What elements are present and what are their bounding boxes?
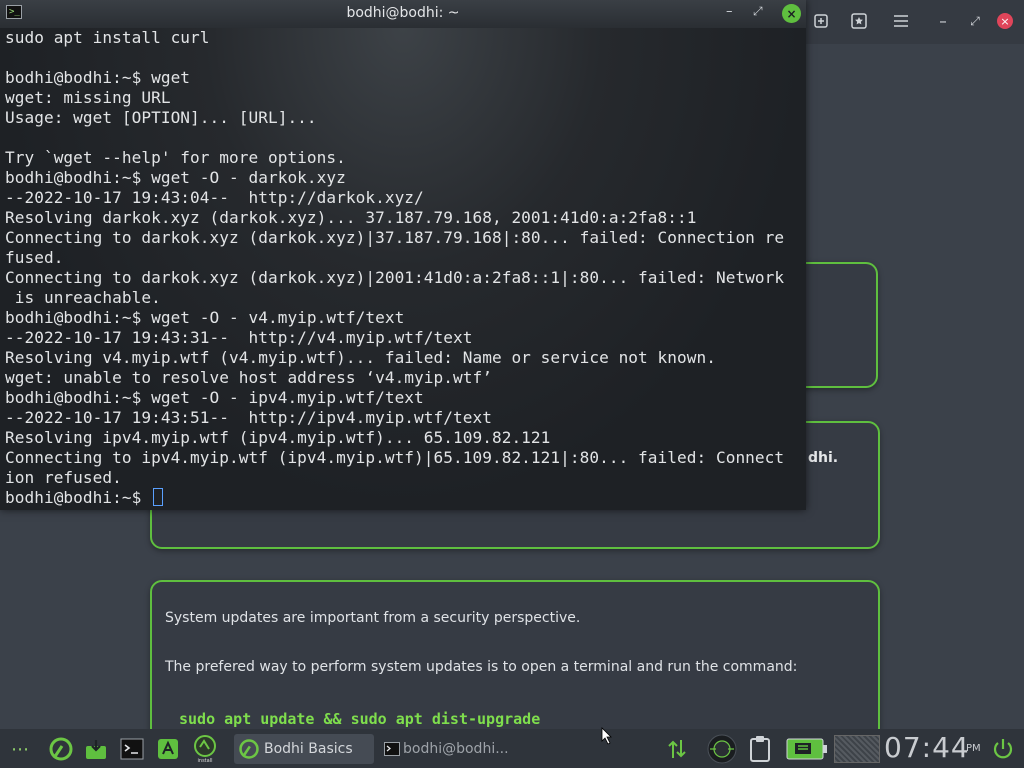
install-icon[interactable]: install bbox=[190, 735, 220, 763]
terminal-line: Connecting to darkok.xyz (darkok.xyz)|20… bbox=[5, 268, 785, 287]
restore-button[interactable]: ⤢ bbox=[753, 4, 763, 19]
card-2-text-fragment: dhi. bbox=[808, 450, 839, 466]
bg-minimize-button[interactable]: – bbox=[930, 8, 956, 34]
card-command: sudo apt update && sudo apt dist-upgrade bbox=[179, 710, 541, 728]
window-title: bodhi@bodhi: ~ bbox=[346, 5, 460, 21]
bg-restore-button[interactable]: ⤢ bbox=[962, 8, 988, 34]
terminal-line: --2022-10-17 19:43:31-- http://v4.myip.w… bbox=[5, 328, 473, 347]
content-card-3: System updates are important from a secu… bbox=[150, 580, 880, 754]
terminal-line: bodhi@bodhi:~$ wget -O - v4.myip.wtf/tex… bbox=[5, 308, 405, 327]
text-cursor bbox=[153, 488, 164, 506]
taskbar-item-label: bodhi@bodhi... bbox=[403, 741, 509, 757]
clock-ampm: PM bbox=[966, 743, 981, 754]
download-icon[interactable] bbox=[82, 735, 110, 763]
clipboard-icon[interactable] bbox=[746, 735, 774, 763]
browser-toolbar: – ⤢ × bbox=[800, 0, 1024, 44]
terminal-text: sudo apt install curl bodhi@bodhi:~$ wget… bbox=[5, 28, 784, 508]
bodhi-menu-icon[interactable] bbox=[46, 735, 76, 763]
minimize-button[interactable]: – bbox=[726, 4, 733, 19]
terminal-line: Resolving ipv4.myip.wtf (ipv4.myip.wtf).… bbox=[5, 428, 551, 447]
terminal-line: ion refused. bbox=[5, 468, 122, 487]
terminal-prompt-line[interactable]: bodhi@bodhi:~$ bbox=[5, 488, 784, 508]
terminal-line: wget: unable to resolve host address ‘v4… bbox=[5, 368, 492, 387]
terminal-icon bbox=[384, 742, 400, 756]
close-button[interactable]: × bbox=[782, 4, 801, 23]
terminal-line: Connecting to ipv4.myip.wtf (ipv4.myip.w… bbox=[5, 448, 785, 467]
window-titlebar[interactable]: >_ bodhi@bodhi: ~ – ⤢ × bbox=[0, 0, 806, 28]
svg-text:install: install bbox=[198, 758, 213, 763]
terminal-line: Connecting to darkok.xyz (darkok.xyz)|37… bbox=[5, 228, 785, 247]
terminal-line: bodhi@bodhi:~$ wget -O - darkok.xyz bbox=[5, 168, 346, 187]
battery-icon[interactable] bbox=[784, 735, 830, 763]
card-paragraph: System updates are important from a secu… bbox=[165, 610, 581, 626]
terminal-line: --2022-10-17 19:43:04-- http://darkok.xy… bbox=[5, 188, 424, 207]
network-arrows-icon[interactable] bbox=[664, 735, 690, 763]
apps-dots-icon[interactable]: ⋯ bbox=[6, 735, 34, 763]
terminal-prompt: bodhi@bodhi:~$ bbox=[5, 488, 152, 507]
taskbar: ⋯ install Bodhi Basics bodhi@bodhi... 07… bbox=[0, 727, 1024, 768]
terminal-line: Usage: wget [OPTION]... [URL]... bbox=[5, 108, 317, 127]
workspace-pager[interactable] bbox=[834, 735, 880, 763]
taskbar-item-terminal[interactable]: bodhi@bodhi... bbox=[380, 734, 520, 764]
terminal-line: Resolving v4.myip.wtf (v4.myip.wtf)... f… bbox=[5, 348, 716, 367]
terminal-line: fused. bbox=[5, 248, 64, 267]
menu-icon[interactable] bbox=[888, 8, 914, 34]
terminal-line: bodhi@bodhi:~$ wget -O - ipv4.myip.wtf/t… bbox=[5, 388, 424, 407]
bookmark-icon[interactable] bbox=[846, 8, 872, 34]
content-card-1 bbox=[800, 262, 878, 388]
taskbar-item-label: Bodhi Basics bbox=[264, 741, 353, 757]
terminal-line: --2022-10-17 19:43:51-- http://ipv4.myip… bbox=[5, 408, 492, 427]
clock-time: 07:44 bbox=[884, 731, 970, 764]
close-icon: × bbox=[997, 13, 1013, 29]
power-icon[interactable] bbox=[988, 735, 1018, 763]
app-store-icon[interactable] bbox=[154, 735, 182, 763]
volume-knob-icon[interactable] bbox=[704, 734, 740, 764]
terminal-line: bodhi@bodhi:~$ wget bbox=[5, 68, 191, 87]
terminal-output[interactable]: sudo apt install curl bodhi@bodhi:~$ wget… bbox=[0, 28, 806, 510]
terminal-line: Resolving darkok.xyz (darkok.xyz)... 37.… bbox=[5, 208, 697, 227]
mouse-pointer-icon bbox=[600, 727, 614, 745]
card-paragraph: The prefered way to perform system updat… bbox=[165, 659, 798, 675]
terminal-line: Try `wget --help' for more options. bbox=[5, 148, 346, 167]
new-tab-icon[interactable] bbox=[808, 8, 834, 34]
terminal-line: sudo apt install curl bbox=[5, 28, 210, 47]
bodhi-leaf-icon bbox=[239, 739, 259, 759]
terminal-launcher-icon[interactable] bbox=[118, 735, 146, 763]
taskbar-item-bodhi-basics[interactable]: Bodhi Basics bbox=[234, 734, 374, 764]
terminal-line: wget: missing URL bbox=[5, 88, 171, 107]
bg-close-button[interactable]: × bbox=[992, 8, 1018, 34]
terminal-window[interactable]: >_ bodhi@bodhi: ~ – ⤢ × sudo apt install… bbox=[0, 0, 806, 510]
terminal-line: is unreachable. bbox=[5, 288, 161, 307]
